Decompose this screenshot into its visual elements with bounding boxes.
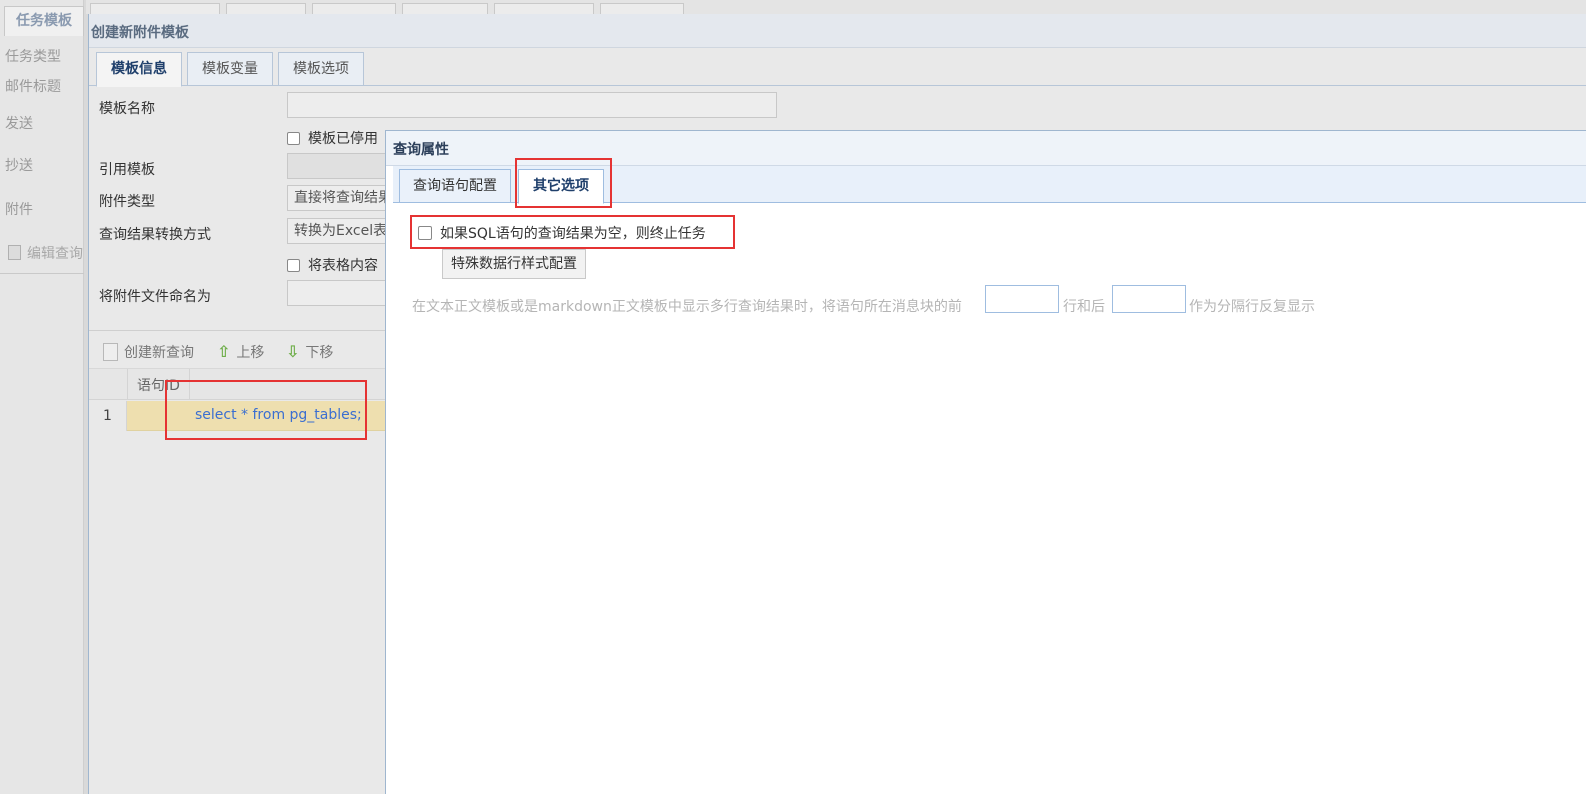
document-icon bbox=[8, 245, 21, 260]
rows-before-input[interactable] bbox=[985, 285, 1059, 313]
highlight-box-sql-row bbox=[165, 380, 367, 440]
window-title: 查询属性 bbox=[393, 142, 449, 158]
sidebar-item-cc: 抄送 bbox=[5, 158, 33, 174]
tab-task-template[interactable]: 任务模板 bbox=[4, 6, 84, 36]
create-query-label: 创建新查询 bbox=[124, 345, 194, 361]
template-tabs: 模板信息 模板变量 模板选项 bbox=[89, 50, 1586, 87]
sidebar-item-task-type: 任务类型 bbox=[5, 49, 61, 65]
new-document-icon bbox=[103, 343, 118, 361]
tab-template-info[interactable]: 模板信息 bbox=[96, 52, 182, 87]
result-convert-label: 查询结果转换方式 bbox=[99, 227, 211, 243]
ghost-tab bbox=[226, 3, 306, 14]
edit-query-label: 编辑查询 bbox=[27, 246, 83, 262]
highlight-box-terminate-checkbox bbox=[410, 215, 735, 249]
separator-rows-text-after: 作为分隔行反复显示 bbox=[1189, 299, 1315, 315]
rows-after-input[interactable] bbox=[1112, 285, 1186, 313]
divider bbox=[0, 273, 84, 274]
separator-rows-text-middle: 行和后 bbox=[1063, 299, 1105, 315]
table-content-label: 将表格内容 bbox=[308, 258, 378, 274]
special-row-style-button[interactable]: 特殊数据行样式配置 bbox=[442, 249, 586, 279]
row-number: 1 bbox=[89, 401, 127, 431]
arrow-down-icon: ⇩ bbox=[286, 342, 300, 361]
create-query-button[interactable]: 创建新查询 bbox=[103, 342, 194, 362]
checkbox-box[interactable] bbox=[287, 259, 300, 272]
ghost-tab bbox=[494, 3, 594, 14]
tab-template-variables[interactable]: 模板变量 bbox=[187, 52, 273, 86]
separator-rows-text-before: 在文本正文模板或是markdown正文模板中显示多行查询结果时，将语句所在消息块… bbox=[412, 299, 962, 315]
ghost-tab bbox=[402, 3, 488, 14]
move-up-label: 上移 bbox=[236, 345, 265, 361]
arrow-up-icon: ⇧ bbox=[217, 342, 231, 361]
window-title: 创建新附件模板 bbox=[91, 25, 189, 41]
ghost-tab bbox=[90, 3, 220, 14]
template-disabled-checkbox[interactable]: 模板已停用 bbox=[287, 128, 378, 148]
template-name-label: 模板名称 bbox=[99, 101, 155, 117]
background-sidebar: 任务模板 任务类型 邮件标题 发送 抄送 附件 编辑查询 bbox=[0, 0, 84, 794]
ghost-tab bbox=[600, 3, 684, 14]
tab-query-statement-config[interactable]: 查询语句配置 bbox=[399, 169, 511, 203]
move-down-button[interactable]: ⇩ 下移 bbox=[286, 342, 333, 362]
attachment-filename-label: 将附件文件命名为 bbox=[99, 289, 211, 305]
attachment-type-select[interactable]: 直接将查询结果 bbox=[287, 185, 387, 211]
result-convert-select[interactable]: 转换为Excel表 bbox=[287, 218, 387, 244]
template-name-input[interactable] bbox=[287, 92, 777, 118]
move-up-button[interactable]: ⇧ 上移 bbox=[217, 342, 264, 362]
checkbox-box[interactable] bbox=[287, 132, 300, 145]
column-divider bbox=[127, 369, 128, 400]
table-content-checkbox[interactable]: 将表格内容 bbox=[287, 255, 378, 275]
window-titlebar: 创建新附件模板 bbox=[89, 14, 1586, 48]
attachment-filename-input[interactable] bbox=[287, 280, 387, 306]
sidebar-item-send: 发送 bbox=[5, 116, 33, 132]
highlight-box-other-options bbox=[515, 158, 612, 208]
move-down-label: 下移 bbox=[305, 345, 334, 361]
sidebar-item-attachment: 附件 bbox=[5, 202, 33, 218]
background-tab-strip bbox=[86, 0, 1586, 14]
sidebar-item-mail-title: 邮件标题 bbox=[5, 79, 61, 95]
reference-template-select[interactable] bbox=[287, 153, 387, 179]
tab-template-options[interactable]: 模板选项 bbox=[278, 52, 364, 86]
edit-query-button[interactable]: 编辑查询 bbox=[8, 243, 83, 263]
reference-template-label: 引用模板 bbox=[99, 162, 155, 178]
attachment-type-label: 附件类型 bbox=[99, 194, 155, 210]
template-disabled-label: 模板已停用 bbox=[308, 131, 378, 147]
query-toolbar: 创建新查询 ⇧ 上移 ⇩ 下移 bbox=[89, 331, 389, 369]
ghost-tab bbox=[312, 3, 396, 14]
